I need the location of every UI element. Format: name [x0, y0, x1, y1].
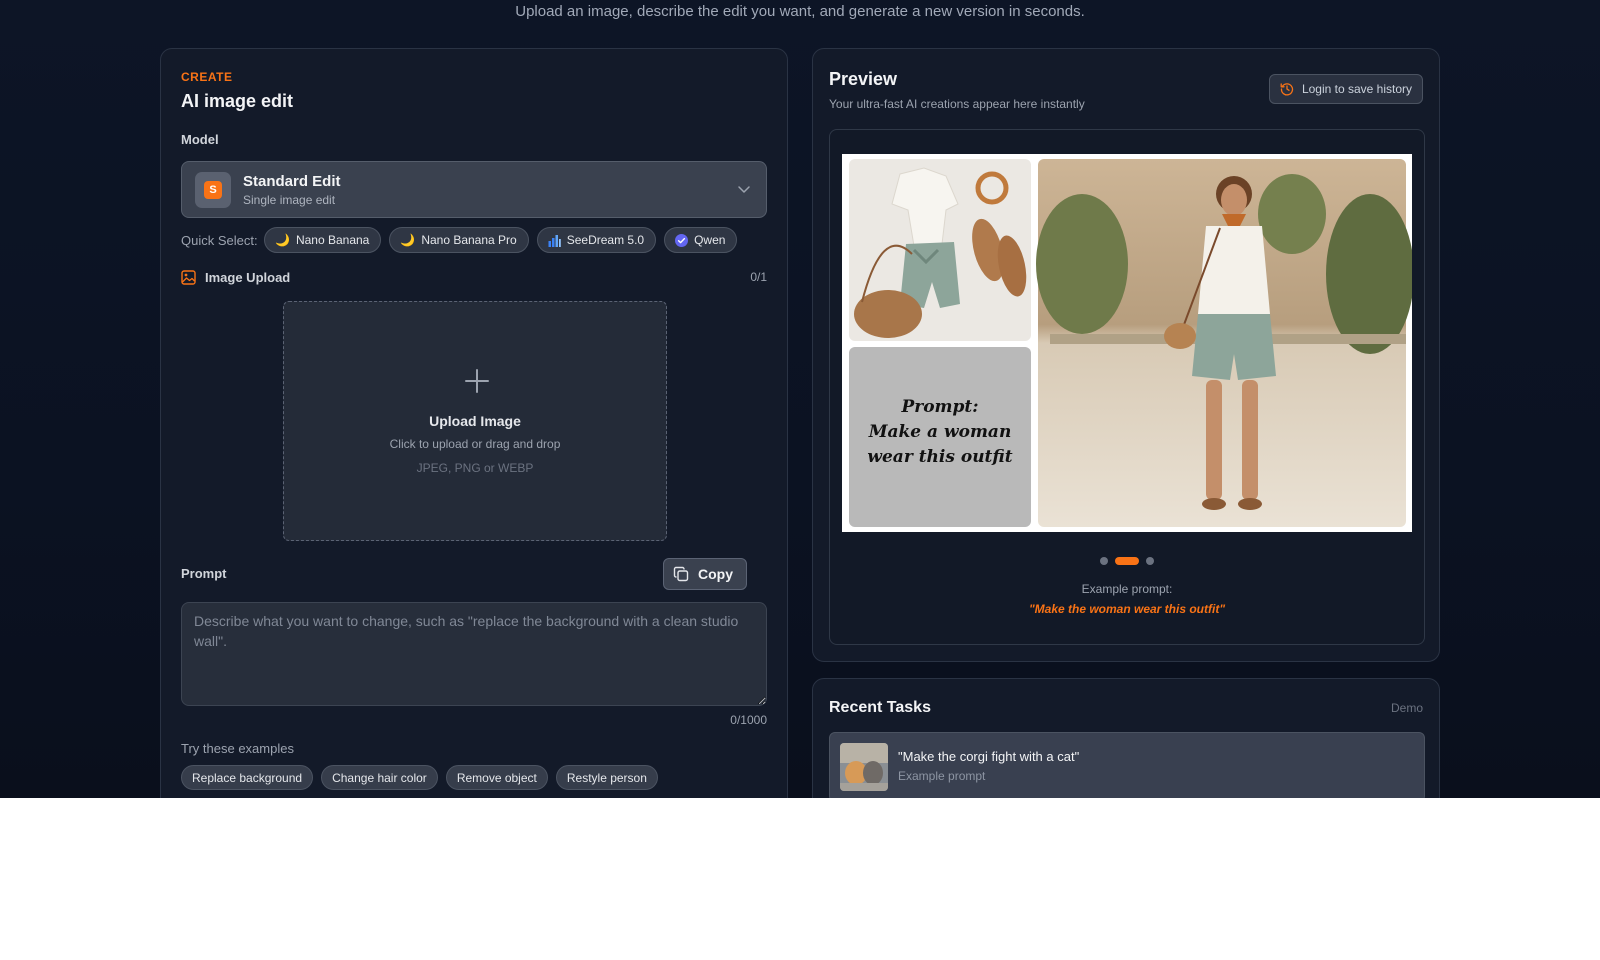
chip-label: Nano Banana Pro [421, 233, 517, 247]
example-prompt-label: Example prompt: [1081, 582, 1173, 596]
chip-label: Nano Banana [295, 233, 370, 247]
carousel-dots [830, 557, 1424, 565]
image-caption-line: Make a woman [868, 422, 1012, 442]
recent-tasks-panel: Recent Tasks Demo "Make the corgi fight … [812, 678, 1440, 798]
example-chip-remove-object[interactable]: Remove object [445, 765, 548, 790]
login-button-label: Login to save history [1301, 82, 1412, 96]
history-icon [1280, 83, 1294, 96]
page-subtitle: Upload an image, describe the edit you w… [515, 3, 1085, 20]
quick-select-qwen[interactable]: Qwen [664, 227, 738, 253]
upload-subtitle: Click to upload or drag and drop [389, 437, 561, 451]
carousel-dot[interactable] [1146, 557, 1154, 565]
check-circle-icon [675, 233, 689, 247]
prompt-label: Prompt [181, 566, 227, 581]
model-badge-letter: S [204, 181, 222, 199]
task-thumbnail [840, 743, 888, 791]
preview-example-image: Prompt: Make a woman wear this outfit [842, 154, 1412, 532]
example-chip-replace-background[interactable]: Replace background [181, 765, 314, 790]
quick-select-nano-banana[interactable]: 🌙 Nano Banana [264, 227, 382, 253]
create-panel: CREATE AI image edit Model S Standard Ed… [160, 48, 788, 798]
carousel-dot-active[interactable] [1115, 557, 1139, 565]
examples-list: Replace background Change hair color Rem… [181, 765, 767, 798]
task-subtitle: Example prompt [898, 769, 986, 783]
copy-icon [673, 566, 689, 582]
preview-panel: Preview Your ultra-fast AI creations app… [812, 48, 1440, 662]
moon-icon: 🌙 [400, 233, 416, 247]
upload-title: Upload Image [429, 413, 521, 429]
login-save-history-button[interactable]: Login to save history [1268, 74, 1423, 104]
app-viewport: Upload an image, describe the edit you w… [0, 0, 1600, 798]
examples-label: Try these examples [181, 741, 294, 756]
chip-label: SeeDream 5.0 [566, 233, 645, 247]
model-description: Single image edit [243, 193, 336, 207]
example-prompt-text: "Make the woman wear this outfit" [1028, 602, 1226, 616]
recent-tasks-title: Recent Tasks [829, 699, 931, 716]
carousel-dot[interactable] [1100, 557, 1108, 565]
image-caption-line: wear this outfit [867, 447, 1012, 467]
upload-dropzone[interactable]: Upload Image Click to upload or drag and… [283, 301, 667, 541]
copy-button[interactable]: Copy [663, 558, 747, 590]
prompt-input[interactable] [181, 602, 767, 706]
image-caption-line: Prompt: [900, 397, 978, 417]
task-item[interactable]: "Make the corgi fight with a cat" Exampl… [829, 732, 1425, 798]
model-label: Model [181, 132, 219, 147]
quick-select-seedream[interactable]: SeeDream 5.0 [536, 227, 657, 253]
plus-icon [465, 369, 489, 393]
quick-select-label: Quick Select: [181, 233, 258, 248]
demo-badge: Demo [1390, 701, 1423, 715]
image-upload-label: Image Upload [205, 270, 291, 285]
copy-button-label: Copy [698, 566, 733, 582]
quick-select-chips: 🌙 Nano Banana 🌙 Nano Banana Pro SeeDream… [264, 227, 738, 253]
upload-types: JPEG, PNG or WEBP [416, 461, 534, 475]
preview-subtitle: Your ultra-fast AI creations appear here… [829, 97, 1085, 111]
model-select[interactable]: S Standard Edit Single image edit [181, 161, 767, 218]
quick-select-nano-banana-pro[interactable]: 🌙 Nano Banana Pro [389, 227, 529, 253]
image-upload-count: 0/1 [750, 270, 767, 284]
preview-title: Preview [829, 69, 898, 89]
section-eyebrow: CREATE [181, 70, 233, 84]
example-chip-change-hair-color[interactable]: Change hair color [321, 765, 438, 790]
panel-title: AI image edit [181, 91, 294, 111]
task-thumbnail-image [840, 743, 888, 791]
example-chip-restyle-person[interactable]: Restyle person [555, 765, 658, 790]
task-title: "Make the corgi fight with a cat" [898, 749, 1080, 764]
example-result-illustration: Prompt: Make a woman wear this outfit [842, 154, 1412, 532]
model-badge: S [195, 172, 231, 208]
bar-chart-icon [548, 234, 561, 247]
chevron-down-icon [738, 186, 750, 193]
chip-label: Qwen [694, 233, 726, 247]
preview-carousel: Prompt: Make a woman wear this outfit Ex… [829, 129, 1425, 645]
prompt-char-counter: 0/1000 [730, 713, 767, 727]
model-name: Standard Edit [243, 173, 341, 190]
image-icon [181, 270, 196, 285]
moon-icon: 🌙 [275, 233, 290, 247]
